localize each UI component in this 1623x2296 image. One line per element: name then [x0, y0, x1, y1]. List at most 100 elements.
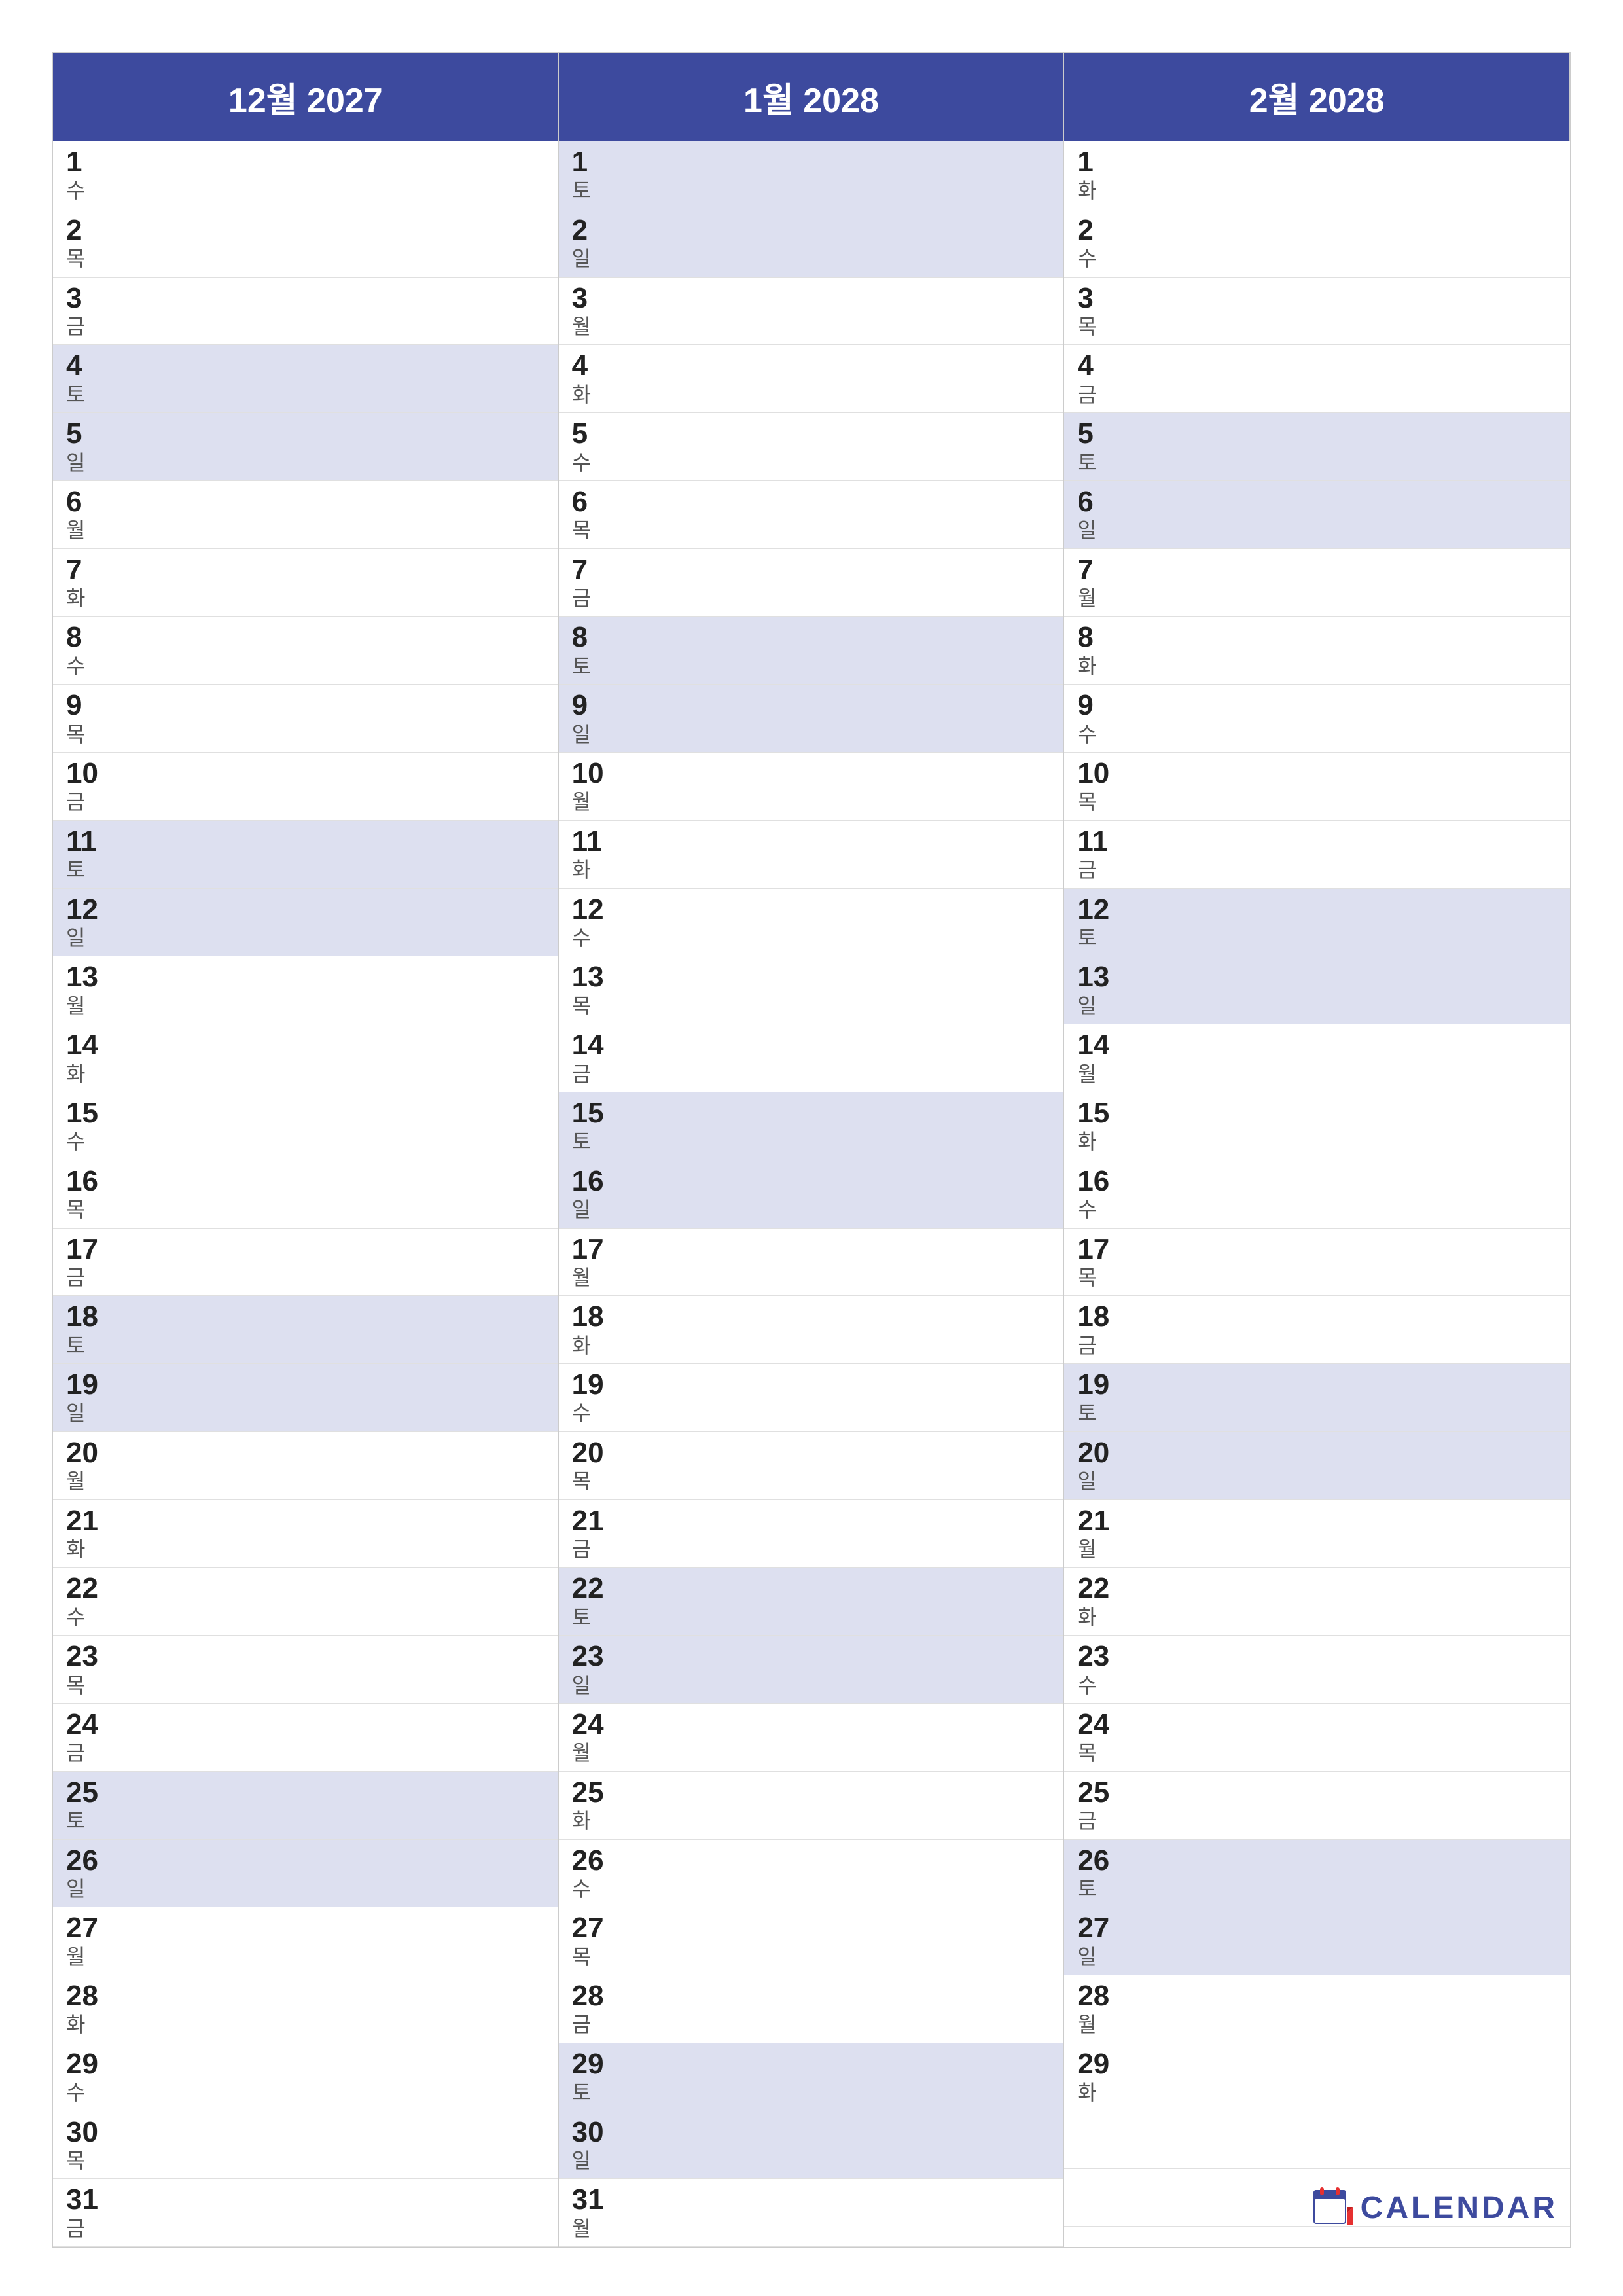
day-number: 29 [572, 2049, 1051, 2080]
day-number: 18 [572, 1301, 1051, 1333]
day-name: 일 [1077, 1469, 1557, 1494]
day-name: 수 [66, 2080, 545, 2105]
day-row: 5수 [559, 413, 1064, 481]
day-number: 27 [572, 1912, 1051, 1944]
day-name: 수 [572, 1401, 1051, 1426]
day-row: 19수 [559, 1364, 1064, 1432]
day-row: 14화 [53, 1024, 558, 1092]
day-row: 7화 [53, 549, 558, 617]
day-name: 월 [1077, 1537, 1557, 1562]
day-number: 11 [572, 826, 1051, 857]
day-name: 목 [1077, 1265, 1557, 1290]
day-number: 6 [572, 486, 1051, 518]
day-row: 20일 [1064, 1432, 1570, 1500]
day-number: 9 [572, 690, 1051, 721]
day-number: 22 [572, 1573, 1051, 1604]
day-name: 수 [572, 450, 1051, 475]
day-number: 1 [66, 147, 545, 178]
day-name: 월 [66, 518, 545, 543]
day-name: 금 [572, 2012, 1051, 2037]
day-number: 1 [1077, 147, 1557, 178]
day-name: 토 [1077, 1401, 1557, 1426]
day-number: 7 [66, 554, 545, 586]
day-number: 11 [66, 826, 545, 857]
day-name: 목 [572, 1945, 1051, 1969]
day-number: 9 [66, 690, 545, 721]
day-number: 25 [66, 1777, 545, 1808]
day-row: 22화 [1064, 1568, 1570, 1636]
day-name: 화 [1077, 178, 1557, 203]
day-number: 14 [572, 1030, 1051, 1061]
day-row: 14금 [559, 1024, 1064, 1092]
day-number: 21 [572, 1505, 1051, 1537]
day-number: 8 [572, 622, 1051, 653]
day-name: 화 [66, 586, 545, 611]
day-row: 19토 [1064, 1364, 1570, 1432]
day-row: 2수 [1064, 209, 1570, 278]
day-number: 12 [66, 894, 545, 925]
day-row: 11금 [1064, 821, 1570, 889]
day-name: 월 [66, 1469, 545, 1494]
day-name: 화 [572, 1808, 1051, 1833]
day-row: 21화 [53, 1500, 558, 1568]
day-row: 4금 [1064, 345, 1570, 413]
logo-area: CALENDAR [1313, 2185, 1558, 2231]
day-name: 목 [66, 246, 545, 271]
day-name: 화 [66, 1537, 545, 1562]
day-name: 토 [66, 1808, 545, 1833]
day-name: 금 [66, 789, 545, 814]
day-row: 20월 [53, 1432, 558, 1500]
day-name: 토 [572, 654, 1051, 679]
day-row: 24목 [1064, 1704, 1570, 1772]
day-name: 월 [1077, 2012, 1557, 2037]
day-row: 3월 [559, 278, 1064, 346]
day-row: 23수 [1064, 1636, 1570, 1704]
day-number: 7 [572, 554, 1051, 586]
day-name: 목 [572, 518, 1051, 543]
day-name: 금 [572, 586, 1051, 611]
day-row: 3목 [1064, 278, 1570, 346]
calendar-grid: 12월 2027 1월 2028 2월 2028 1수2목3금4토5일6월7화8… [52, 52, 1571, 2248]
day-row: 24월 [559, 1704, 1064, 1772]
day-row: 20목 [559, 1432, 1064, 1500]
day-row: 23일 [559, 1636, 1064, 1704]
day-name: 토 [1077, 925, 1557, 950]
day-row: 23목 [53, 1636, 558, 1704]
day-name: 목 [66, 1197, 545, 1222]
day-row: 6월 [53, 481, 558, 549]
day-name: 목 [1077, 789, 1557, 814]
day-row: 29화 [1064, 2043, 1570, 2111]
logo-text: CALENDAR [1361, 2190, 1558, 2226]
day-row: 28월 [1064, 1975, 1570, 2043]
day-name: 월 [572, 1265, 1051, 1290]
day-name: 일 [572, 1673, 1051, 1698]
day-number: 9 [1077, 690, 1557, 721]
day-name: 수 [1077, 722, 1557, 747]
day-number: 18 [1077, 1301, 1557, 1333]
day-name: 일 [572, 722, 1051, 747]
day-name: 금 [1077, 1808, 1557, 1833]
day-name: 화 [66, 1062, 545, 1086]
day-number: 22 [66, 1573, 545, 1604]
day-name: 목 [66, 722, 545, 747]
day-row: 27일 [1064, 1907, 1570, 1975]
day-name: 토 [572, 1605, 1051, 1630]
day-number: 3 [66, 283, 545, 314]
day-row: 13목 [559, 956, 1064, 1024]
day-row: 26수 [559, 1840, 1064, 1908]
day-name: 목 [1077, 314, 1557, 339]
day-row: 21월 [1064, 1500, 1570, 1568]
day-name: 금 [66, 2216, 545, 2241]
day-number: 20 [572, 1437, 1051, 1469]
day-number: 14 [1077, 1030, 1557, 1061]
day-row: 25금 [1064, 1772, 1570, 1840]
day-name: 금 [66, 314, 545, 339]
day-number: 27 [1077, 1912, 1557, 1944]
day-row: 15수 [53, 1092, 558, 1160]
day-row: 12수 [559, 889, 1064, 957]
day-number: 2 [572, 215, 1051, 246]
day-row: 9수 [1064, 685, 1570, 753]
day-number: 19 [572, 1369, 1051, 1401]
day-name: 금 [572, 1537, 1051, 1562]
day-row: 16일 [559, 1160, 1064, 1229]
